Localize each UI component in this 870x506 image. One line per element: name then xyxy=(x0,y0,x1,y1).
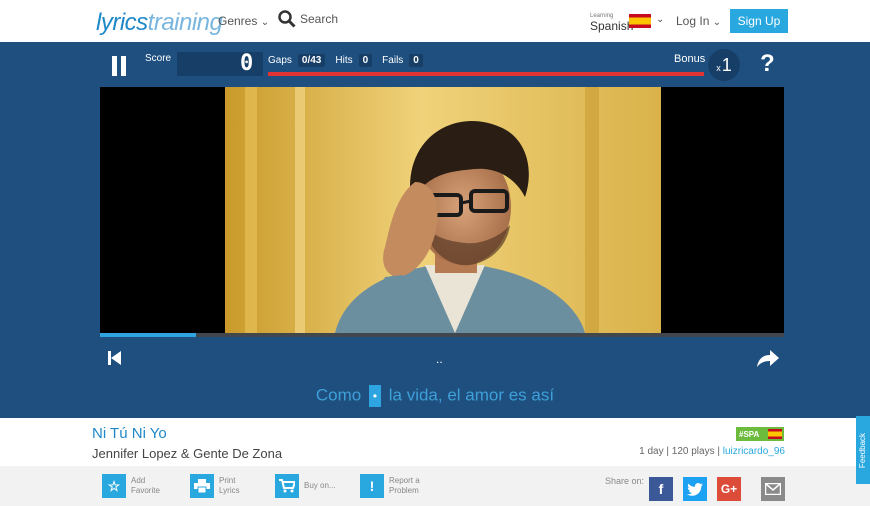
chevron-down-icon: ⌄ xyxy=(260,17,270,28)
gaps-label: Gaps xyxy=(268,55,292,66)
cart-icon xyxy=(275,474,299,498)
lyric-gap-input[interactable]: • xyxy=(369,385,381,407)
signup-button[interactable]: Sign Up xyxy=(730,9,788,33)
song-plays: 120 plays xyxy=(671,446,715,457)
help-button[interactable]: ? xyxy=(760,50,775,78)
hits-value: 0 xyxy=(358,54,373,67)
lyric-after-gap: la vida, el amor es así xyxy=(388,385,555,405)
language-badge: #SPA xyxy=(736,427,784,441)
song-title[interactable]: Ni Tú Ni Yo xyxy=(92,425,167,442)
feedback-tab[interactable]: Feedback xyxy=(856,416,870,484)
email-icon[interactable] xyxy=(761,477,785,501)
previous-line-icon[interactable] xyxy=(108,350,122,371)
chevron-down-icon[interactable]: ⌄ xyxy=(656,14,664,25)
video-timeline-progress xyxy=(100,333,196,337)
video-frame-image xyxy=(225,87,661,333)
time-progress-bar xyxy=(268,72,704,76)
genres-menu[interactable]: Genres ⌄ xyxy=(218,14,269,28)
search-icon xyxy=(278,10,296,28)
learning-language[interactable]: Spanish xyxy=(590,19,633,33)
gaps-value: 0/43 xyxy=(297,54,326,67)
report-label-1: Report a xyxy=(389,476,420,485)
video-timeline[interactable] xyxy=(100,333,784,337)
score-value: 0 xyxy=(240,51,254,76)
bonus-label: Bonus xyxy=(674,53,706,65)
spain-flag-icon[interactable] xyxy=(629,14,651,28)
facebook-icon[interactable]: f xyxy=(649,477,673,501)
google-plus-icon[interactable]: G+ xyxy=(717,477,741,501)
share-arrow-icon[interactable] xyxy=(756,348,780,373)
score-label: Score xyxy=(145,53,172,64)
lyric-line: Como • la vida, el amor es así xyxy=(0,385,870,407)
favorite-label-1: Add xyxy=(131,476,146,485)
print-label-2: Lyrics xyxy=(219,486,240,495)
print-label-1: Print xyxy=(219,476,236,485)
add-favorite-button[interactable]: ☆ Add Favorite xyxy=(102,474,160,498)
hits-label: Hits xyxy=(335,55,353,66)
top-navbar: lyricstraining Genres ⌄ Search Learning … xyxy=(0,0,870,42)
login-menu[interactable]: Log In ⌄ xyxy=(676,14,721,28)
song-meta: 1 day | 120 plays | luizricardo_96 xyxy=(639,446,785,457)
share-on-label: Share on: xyxy=(605,476,645,486)
star-plus-icon: ☆ xyxy=(102,474,126,498)
print-lyrics-button[interactable]: Print Lyrics xyxy=(190,474,240,498)
buy-on-button[interactable]: Buy on... xyxy=(275,474,336,498)
pause-icon[interactable] xyxy=(112,56,126,76)
exclamation-icon: ! xyxy=(360,474,384,498)
waiting-indicator: .. xyxy=(436,352,443,366)
buy-label: Buy on... xyxy=(304,481,336,490)
twitter-icon[interactable] xyxy=(683,477,707,501)
report-label-2: Problem xyxy=(389,486,419,495)
chevron-down-icon: ⌄ xyxy=(712,17,722,28)
uploader-link[interactable]: luizricardo_96 xyxy=(723,446,785,457)
song-age: 1 day xyxy=(639,446,664,457)
song-artist[interactable]: Jennifer Lopez & Gente De Zona xyxy=(92,446,282,461)
lyric-before-gap: Como xyxy=(315,385,362,405)
logo[interactable]: lyricstraining xyxy=(96,9,223,37)
fails-value: 0 xyxy=(409,54,423,67)
bonus-multiplier: x1 xyxy=(708,49,740,81)
video-player[interactable] xyxy=(100,87,784,333)
fails-label: Fails xyxy=(382,55,404,66)
favorite-label-2: Favorite xyxy=(131,486,160,495)
spain-flag-icon xyxy=(768,429,782,439)
printer-icon xyxy=(190,474,214,498)
search-link[interactable]: Search xyxy=(278,10,338,28)
game-stats: Gaps 0/43 Hits 0 Fails 0 xyxy=(268,54,423,67)
report-problem-button[interactable]: ! Report a Problem xyxy=(360,474,420,498)
